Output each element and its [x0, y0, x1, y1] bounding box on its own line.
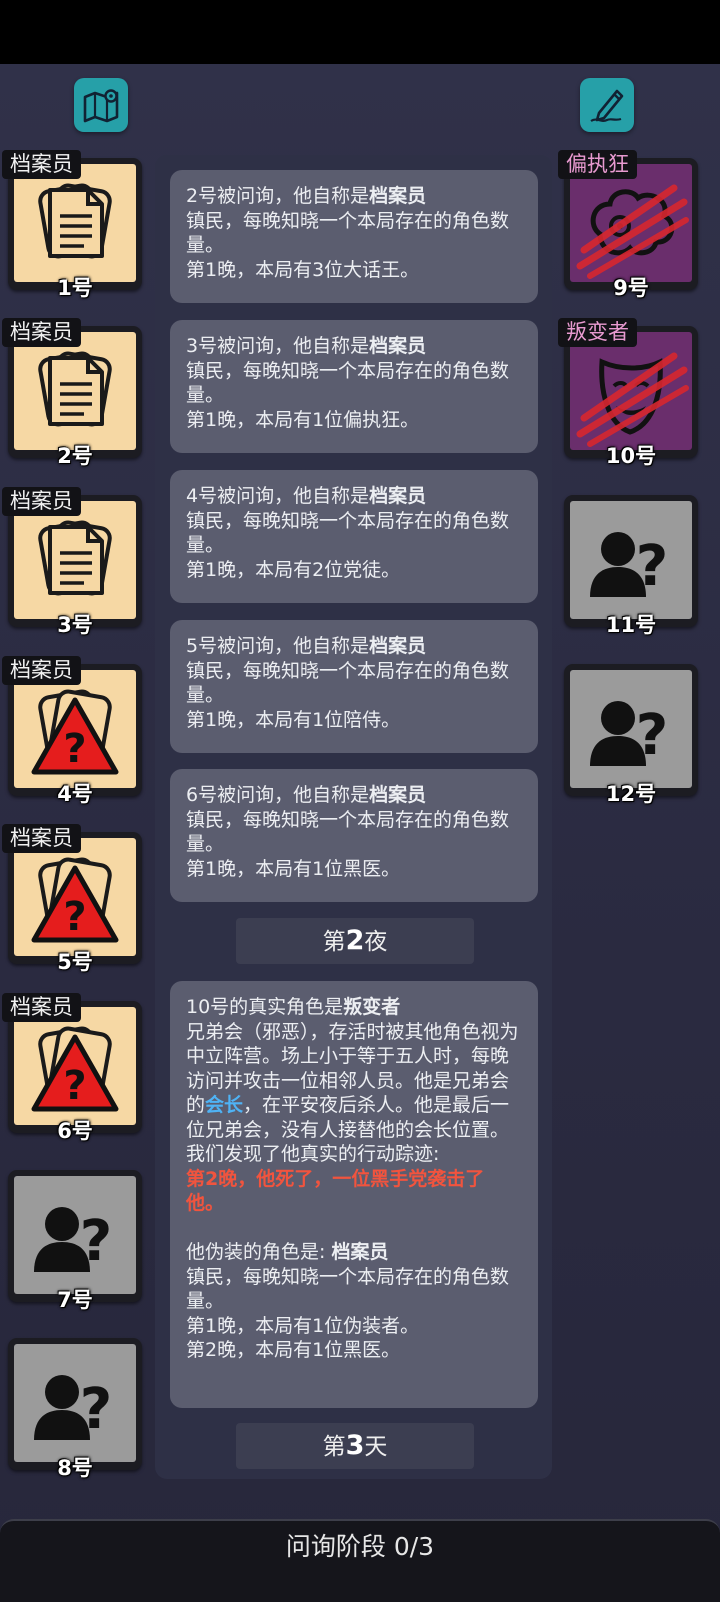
- unknown-person-icon: [34, 1207, 113, 1274]
- player-number: 7号: [57, 1288, 93, 1312]
- player-number: 9号: [613, 276, 649, 300]
- player-card-1[interactable]: 档案员 1号: [2, 150, 142, 300]
- player-card-9[interactable]: 偏执狂 9号: [558, 150, 698, 300]
- player-card-12[interactable]: 12号: [564, 664, 698, 806]
- player-number: 12号: [605, 782, 657, 806]
- action-trace: 第2晚，他死了，一位黑手党袭击了他。: [186, 1167, 485, 1215]
- message-card: 2号被问询，他自称是档案员 镇民，每晚知晓一个本局存在的角色数量。 第1晚，本局…: [170, 170, 538, 303]
- role-reveal-card: 10号的真实角色是叛变者 兄弟会（邪恶），存活时被其他角色视为中立阵营。场上小于…: [170, 981, 538, 1408]
- player-card-8[interactable]: 8号: [8, 1338, 142, 1480]
- player-number: 3号: [57, 613, 93, 637]
- player-number: 8号: [57, 1456, 93, 1480]
- player-card-2[interactable]: 档案员 2号: [2, 318, 142, 468]
- role-tag: 档案员: [2, 993, 81, 1022]
- document-stack-icon: [36, 181, 114, 261]
- role-tag: 档案员: [2, 824, 81, 853]
- claim-role: 档案员: [369, 185, 427, 207]
- unknown-person-icon: [34, 1375, 113, 1442]
- player-number: 2号: [57, 444, 93, 468]
- message-card: 5号被问询，他自称是档案员 镇民，每晚知晓一个本局存在的角色数量。 第1晚，本局…: [170, 620, 538, 753]
- player-card-4[interactable]: 档案员 4号: [2, 656, 142, 806]
- true-role: 叛变者: [343, 996, 401, 1018]
- role-tag: 叛变者: [558, 318, 637, 347]
- player-card-6[interactable]: 档案员 6号: [2, 993, 142, 1143]
- disguise-role: 档案员: [331, 1241, 389, 1263]
- notes-button[interactable]: [580, 78, 634, 132]
- player-card-5[interactable]: 档案员 5号: [2, 824, 142, 974]
- theatre-mask-icon: [570, 332, 692, 450]
- document-stack-icon: [36, 518, 114, 598]
- status-bar: [0, 0, 720, 64]
- document-stack-icon: [36, 349, 114, 429]
- warning-question-icon: [14, 1007, 136, 1125]
- pen-icon: [590, 89, 624, 122]
- day-divider: 第3天: [236, 1423, 474, 1469]
- player-number: 4号: [57, 782, 93, 806]
- role-tag: 档案员: [2, 150, 81, 179]
- night-divider: 第2夜: [236, 918, 474, 964]
- player-number: 11号: [605, 613, 657, 637]
- claim-role: 档案员: [369, 485, 427, 507]
- player-card-3[interactable]: 档案员 3号: [2, 487, 142, 637]
- unknown-person-icon: [590, 701, 669, 768]
- map-button[interactable]: [74, 78, 128, 132]
- claim-role: 档案员: [369, 335, 427, 357]
- player-number: 5号: [57, 950, 93, 974]
- role-tag: 档案员: [2, 318, 81, 347]
- message-card: 6号被问询，他自称是档案员 镇民，每晚知晓一个本局存在的角色数量。 第1晚，本局…: [170, 769, 538, 902]
- role-tag: 档案员: [2, 487, 81, 516]
- message-card: 3号被问询，他自称是档案员 镇民，每晚知晓一个本局存在的角色数量。 第1晚，本局…: [170, 320, 538, 453]
- player-number: 10号: [605, 444, 657, 468]
- warning-question-icon: [14, 670, 136, 788]
- role-tag: 档案员: [2, 656, 81, 685]
- player-number: 1号: [57, 276, 93, 300]
- unknown-person-icon: [590, 532, 669, 599]
- claim-role: 档案员: [369, 635, 427, 657]
- highlight-term: 会长: [205, 1094, 244, 1116]
- map-icon: [83, 89, 119, 123]
- phase-label: 问询阶段 0/3: [285, 1532, 435, 1561]
- player-number: 6号: [57, 1119, 93, 1143]
- player-card-7[interactable]: 7号: [8, 1170, 142, 1312]
- warning-question-icon: [14, 838, 136, 956]
- role-tag: 偏执狂: [558, 150, 637, 179]
- paranoid-brain-icon: [570, 164, 692, 282]
- player-card-10[interactable]: 叛变者 10号: [558, 318, 698, 468]
- player-card-11[interactable]: 11号: [564, 495, 698, 637]
- message-card: 4号被问询，他自称是档案员 镇民，每晚知晓一个本局存在的角色数量。 第1晚，本局…: [170, 470, 538, 603]
- phase-bar: 问询阶段 0/3: [0, 1519, 720, 1602]
- claim-role: 档案员: [369, 784, 427, 806]
